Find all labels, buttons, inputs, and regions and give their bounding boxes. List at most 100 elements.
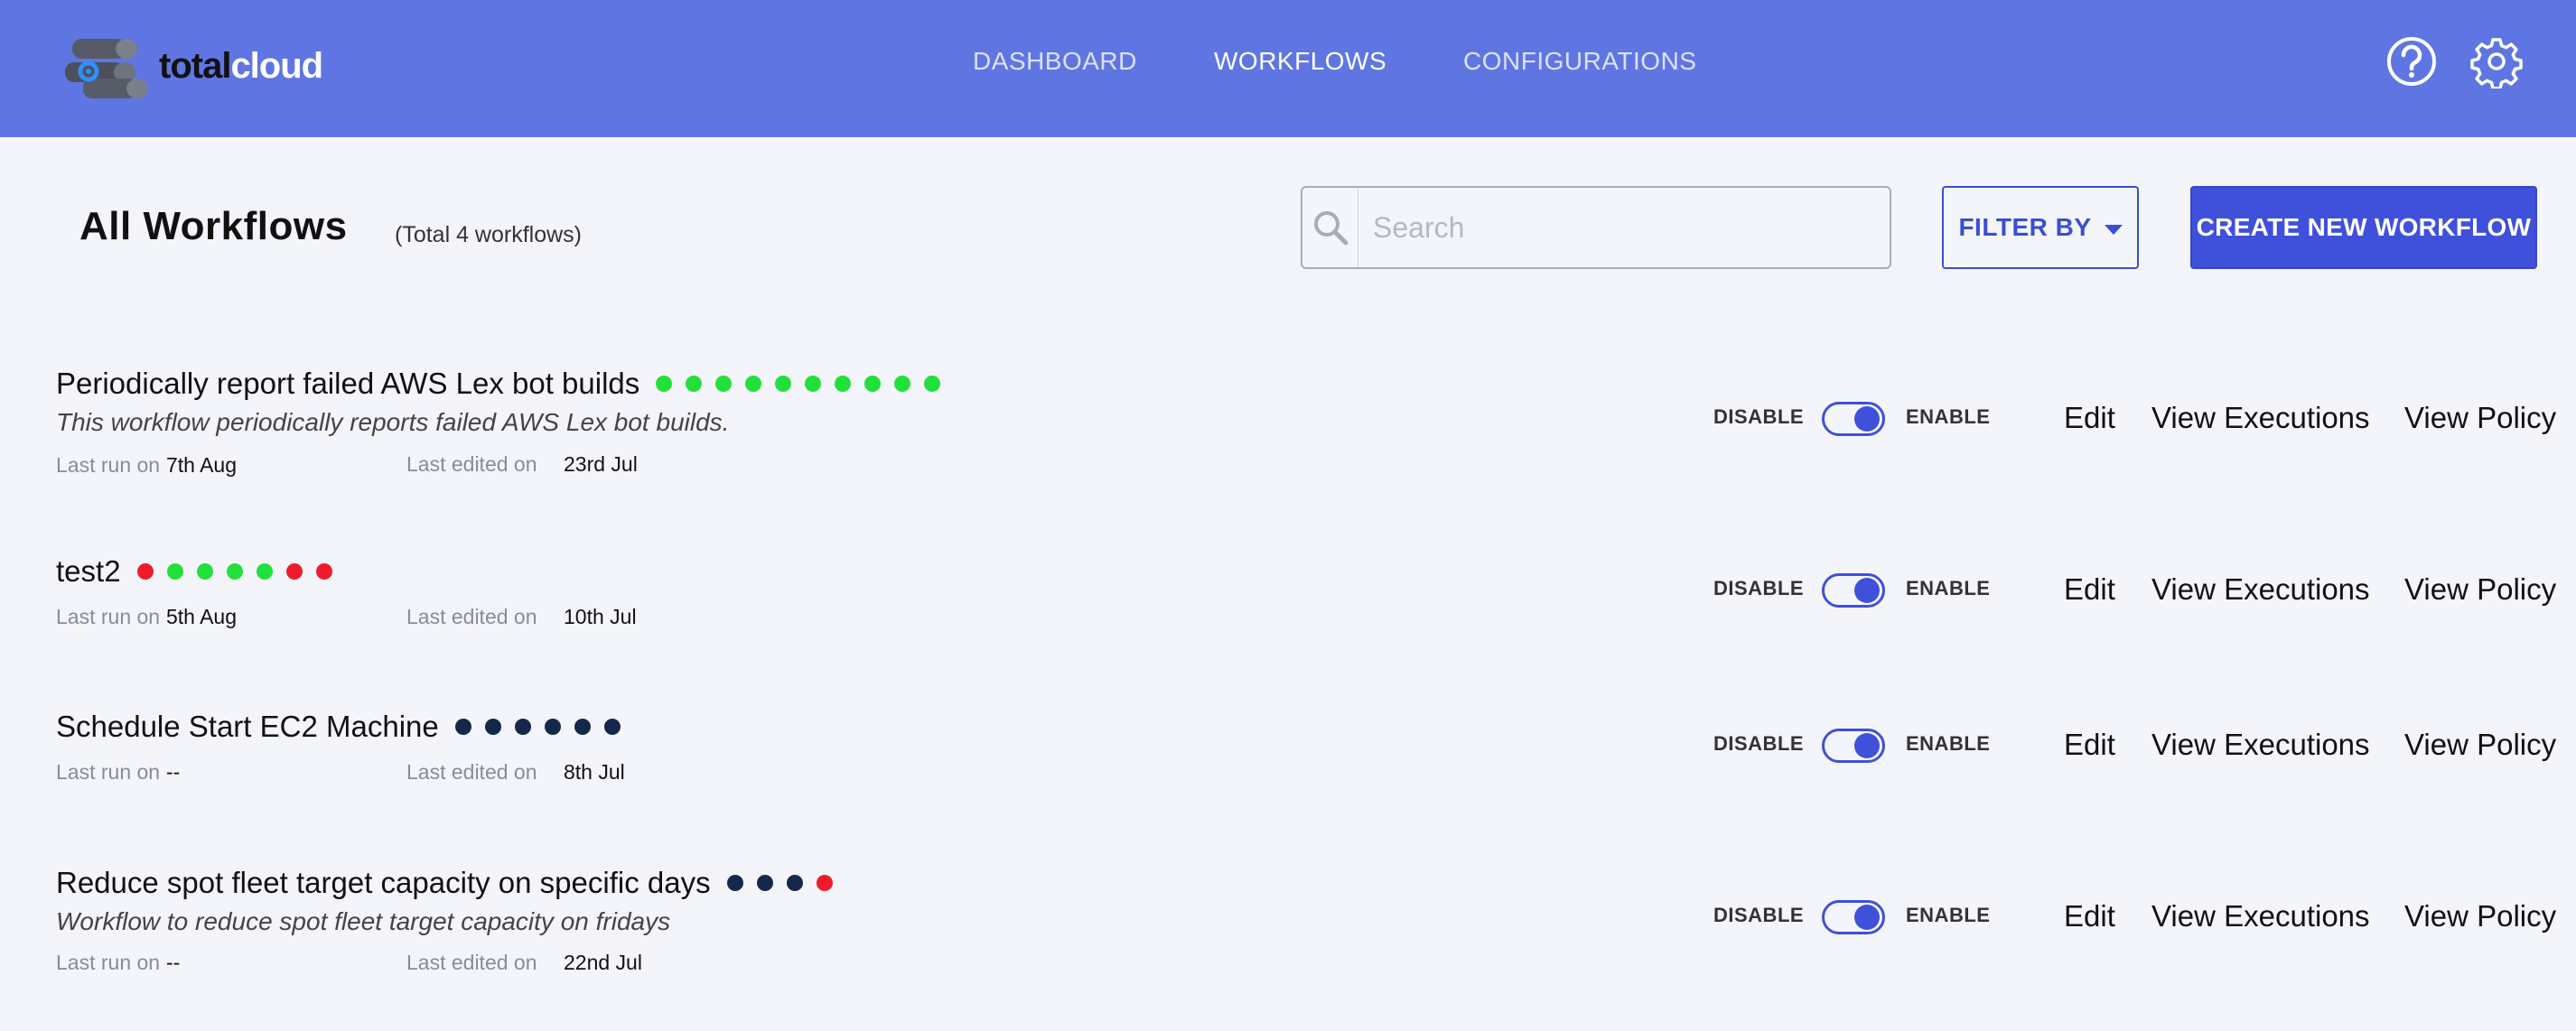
run-status-dot-pending[interactable] xyxy=(484,719,501,735)
run-status-dot-success[interactable] xyxy=(805,376,822,392)
workflow-row: Schedule Start EC2 Machine Last run on -… xyxy=(0,704,2576,849)
run-history-dots xyxy=(454,719,621,735)
last-run-value: 7th Aug xyxy=(166,453,238,477)
view-policy-link[interactable]: View Policy xyxy=(2404,401,2556,435)
filter-by-button[interactable]: FILTER BY xyxy=(1942,186,2139,269)
enable-toggle[interactable] xyxy=(1822,573,1885,608)
workflow-count: (Total 4 workflows) xyxy=(395,222,582,247)
workflow-name[interactable]: Periodically report failed AWS Lex bot b… xyxy=(56,367,639,401)
enable-toggle[interactable] xyxy=(1822,402,1885,436)
view-executions-link[interactable]: View Executions xyxy=(2151,401,2370,435)
edit-link[interactable]: Edit xyxy=(2064,728,2115,762)
workflow-name[interactable]: Reduce spot fleet target capacity on spe… xyxy=(56,866,711,900)
nav-configurations[interactable]: CONFIGURATIONS xyxy=(1463,47,1696,76)
run-status-dot-success[interactable] xyxy=(166,563,183,580)
view-executions-link[interactable]: View Executions xyxy=(2151,899,2370,933)
top-navigation-bar: totalcloud DASHBOARD WORKFLOWS CONFIGURA… xyxy=(0,0,2576,137)
view-executions-link[interactable]: View Executions xyxy=(2151,572,2370,607)
last-run-label: Last run on xyxy=(56,453,161,477)
run-status-dot-failure[interactable] xyxy=(816,875,833,891)
run-status-dot-success[interactable] xyxy=(196,563,213,580)
workflow-description: Workflow to reduce spot fleet target cap… xyxy=(56,907,671,935)
run-status-dot-success[interactable] xyxy=(226,563,243,580)
run-status-dot-pending[interactable] xyxy=(786,875,803,891)
run-status-dot-success[interactable] xyxy=(715,376,733,392)
run-status-dot-success[interactable] xyxy=(256,563,273,580)
last-edited-value: 23rd Jul xyxy=(564,452,638,476)
edit-link[interactable]: Edit xyxy=(2064,572,2115,607)
workflow-row: test2 Last run on 5th Aug Last edited on… xyxy=(0,549,2576,693)
run-status-dot-success[interactable] xyxy=(924,376,941,392)
disable-label: DISABLE xyxy=(1713,405,1805,428)
view-policy-link[interactable]: View Policy xyxy=(2404,572,2556,607)
filter-by-label: FILTER BY xyxy=(1958,213,2092,241)
last-edited-value: 10th Jul xyxy=(564,605,637,628)
workflow-title: Schedule Start EC2 Machine xyxy=(56,710,621,744)
workflow-name[interactable]: Schedule Start EC2 Machine xyxy=(56,710,439,744)
workflow-name[interactable]: test2 xyxy=(56,554,121,589)
view-executions-link[interactable]: View Executions xyxy=(2151,728,2370,762)
run-status-dot-pending[interactable] xyxy=(514,719,531,735)
page-title: All Workflows xyxy=(79,204,348,248)
run-status-dot-failure[interactable] xyxy=(285,563,303,580)
last-run-label: Last run on xyxy=(56,951,161,974)
workflow-title: test2 xyxy=(56,554,332,589)
run-status-dot-failure[interactable] xyxy=(136,563,154,580)
run-status-dot-success[interactable] xyxy=(835,376,852,392)
search-icon xyxy=(1302,188,1358,267)
run-status-dot-pending[interactable] xyxy=(454,719,471,735)
disable-label: DISABLE xyxy=(1713,577,1805,599)
last-run-label: Last run on xyxy=(56,760,161,784)
enable-label: ENABLE xyxy=(1906,732,1991,755)
view-policy-link[interactable]: View Policy xyxy=(2404,728,2556,762)
help-icon[interactable] xyxy=(2385,34,2439,88)
edit-link[interactable]: Edit xyxy=(2064,401,2115,435)
enable-toggle[interactable] xyxy=(1822,729,1885,763)
run-history-dots xyxy=(656,376,941,392)
workflow-row: Reduce spot fleet target capacity on spe… xyxy=(0,860,2576,1005)
toggle-knob xyxy=(1854,578,1880,603)
run-status-dot-pending[interactable] xyxy=(574,719,591,735)
last-edited-label: Last edited on xyxy=(406,605,537,628)
enable-label: ENABLE xyxy=(1906,405,1991,428)
last-run-value: 5th Aug xyxy=(166,605,238,628)
toggle-knob xyxy=(1854,905,1880,930)
nav-workflows[interactable]: WORKFLOWS xyxy=(1214,47,1386,76)
run-history-dots xyxy=(726,875,833,891)
search-input[interactable] xyxy=(1358,189,1890,266)
enable-label: ENABLE xyxy=(1906,904,1991,926)
toggle-knob xyxy=(1854,733,1880,758)
main-nav: DASHBOARD WORKFLOWS CONFIGURATIONS xyxy=(0,47,2576,92)
view-policy-link[interactable]: View Policy xyxy=(2404,899,2556,933)
last-run-value: -- xyxy=(166,951,181,974)
disable-label: DISABLE xyxy=(1713,904,1805,926)
edit-link[interactable]: Edit xyxy=(2064,899,2115,933)
last-edited-label: Last edited on xyxy=(406,760,537,784)
run-status-dot-pending[interactable] xyxy=(726,875,743,891)
disable-label: DISABLE xyxy=(1713,732,1805,755)
run-status-dot-pending[interactable] xyxy=(756,875,773,891)
run-status-dot-success[interactable] xyxy=(686,376,703,392)
run-status-dot-success[interactable] xyxy=(656,376,673,392)
last-edited-label: Last edited on xyxy=(406,452,537,476)
settings-gear-icon[interactable] xyxy=(2469,34,2524,90)
create-new-workflow-button[interactable]: CREATE NEW WORKFLOW xyxy=(2190,186,2537,269)
run-status-dot-success[interactable] xyxy=(745,376,762,392)
toggle-knob xyxy=(1854,406,1880,432)
enable-toggle[interactable] xyxy=(1822,900,1885,934)
run-status-dot-failure[interactable] xyxy=(315,563,332,580)
last-run-value: -- xyxy=(166,760,181,784)
nav-dashboard[interactable]: DASHBOARD xyxy=(973,47,1137,76)
caret-down-icon xyxy=(2104,224,2123,235)
run-history-dots xyxy=(136,563,332,580)
run-status-dot-success[interactable] xyxy=(894,376,911,392)
workflow-title: Periodically report failed AWS Lex bot b… xyxy=(56,367,941,401)
run-status-dot-pending[interactable] xyxy=(544,719,561,735)
last-edited-label: Last edited on xyxy=(406,951,537,974)
run-status-dot-pending[interactable] xyxy=(603,719,621,735)
workflow-row: Periodically report failed AWS Lex bot b… xyxy=(0,361,2576,506)
search-box[interactable] xyxy=(1301,186,1891,269)
last-edited-value: 8th Jul xyxy=(564,760,625,784)
run-status-dot-success[interactable] xyxy=(775,376,792,392)
run-status-dot-success[interactable] xyxy=(864,376,882,392)
